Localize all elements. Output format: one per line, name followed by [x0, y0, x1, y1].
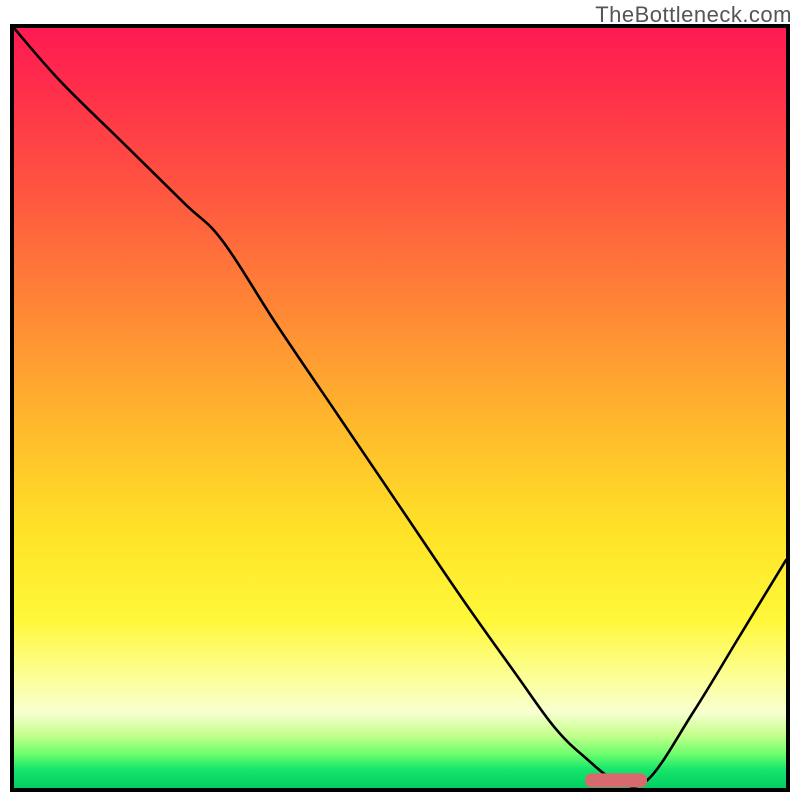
- chart-stage: TheBottleneck.com: [0, 0, 800, 800]
- curve-layer: [14, 28, 786, 788]
- optimal-range-marker: [585, 773, 647, 787]
- bottleneck-curve: [14, 28, 786, 787]
- plot-area: [10, 24, 790, 792]
- watermark-text: TheBottleneck.com: [595, 2, 792, 28]
